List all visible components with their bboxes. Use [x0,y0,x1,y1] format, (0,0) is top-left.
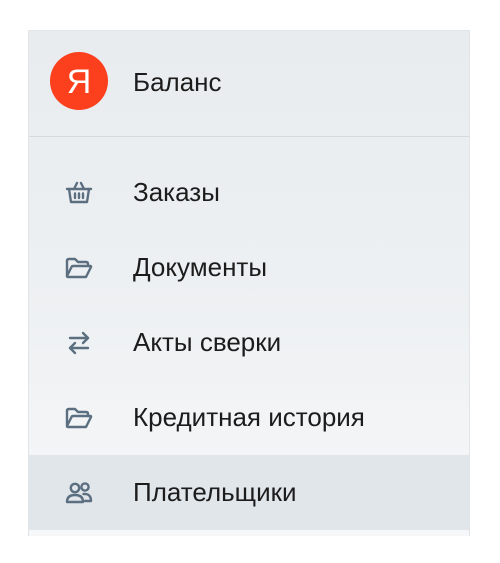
sidebar-item-reconciliation-acts[interactable]: Акты сверки [29,305,469,380]
folder-icon [63,402,95,434]
basket-icon [63,177,95,209]
sidebar-item-credit-history[interactable]: Кредитная история [29,380,469,455]
swap-arrows-icon [63,327,95,359]
yandex-logo-icon: Я [50,52,108,110]
sidebar-item-documents[interactable]: Документы [29,230,469,305]
sidebar-item-label: Заказы [133,177,220,207]
sidebar-item-label: Акты сверки [133,327,282,357]
sidebar-panel: Я Баланс Заказы Документы Акты сверки Кр… [28,30,470,536]
logo-letter: Я [66,62,92,101]
balance-header-link[interactable]: Я Баланс [29,31,469,137]
sidebar-item-label: Документы [133,252,268,282]
sidebar-menu: Заказы Документы Акты сверки Кредитная и… [29,155,469,530]
folder-icon [63,252,95,284]
header-title: Баланс [133,67,222,97]
sidebar-item-label: Плательщики [133,477,297,507]
users-icon [63,477,95,509]
sidebar-item-orders[interactable]: Заказы [29,155,469,230]
sidebar-item-payers[interactable]: Плательщики [29,455,469,530]
sidebar-item-label: Кредитная история [133,402,365,432]
